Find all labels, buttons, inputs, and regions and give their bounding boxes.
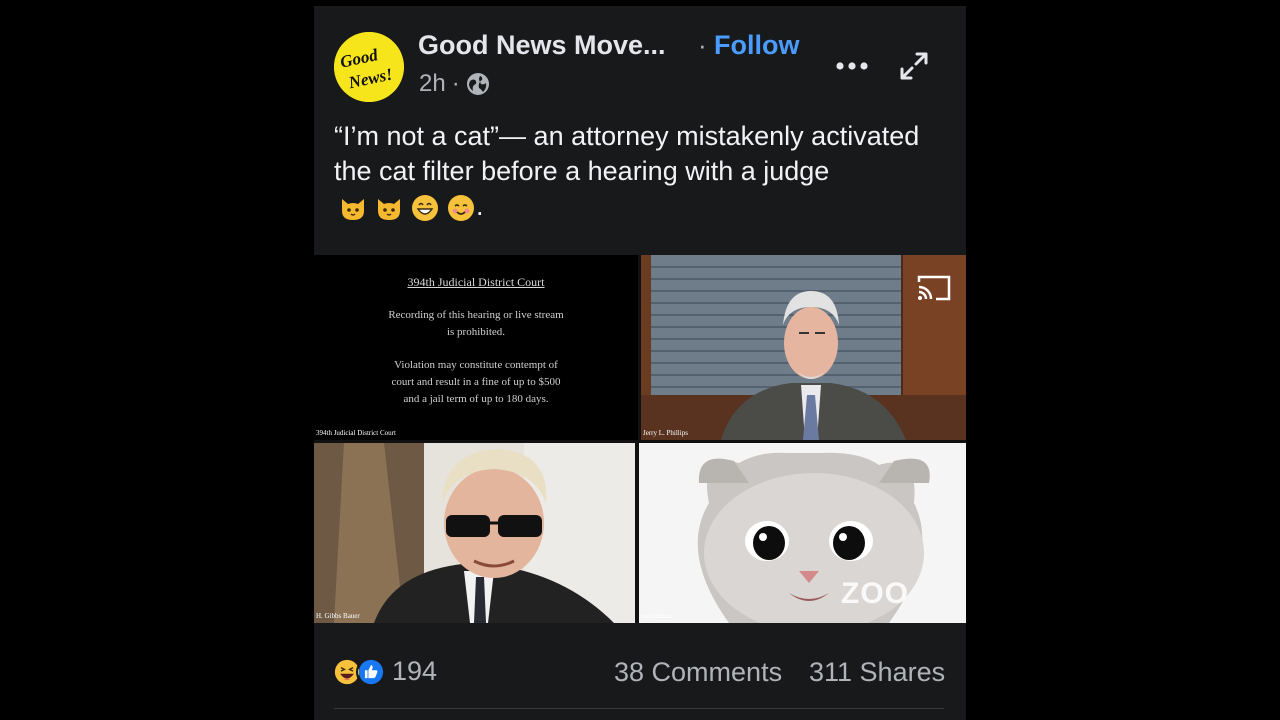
- tile-label: rod ponton: [641, 612, 672, 620]
- page-avatar[interactable]: Good News!: [334, 32, 404, 102]
- post-meta: 2h ·: [419, 70, 490, 98]
- page-name-link[interactable]: Good News Move...: [418, 30, 666, 61]
- notice-line: Recording of this hearing or live stream: [388, 309, 564, 321]
- video-player[interactable]: 394th Judicial District Court Recording …: [314, 255, 966, 623]
- dot-separator: ·: [698, 30, 707, 60]
- follow-button[interactable]: Follow: [714, 30, 799, 61]
- caption-period: .: [476, 191, 484, 221]
- expand-icon[interactable]: [898, 50, 930, 82]
- zoom-watermark: ZOO: [841, 577, 909, 610]
- divider: [334, 708, 944, 709]
- grinning-emoji: [412, 194, 438, 221]
- court-title: 394th Judicial District Court: [407, 275, 545, 289]
- caption-text: “I’m not a cat”— an attorney mistakenly …: [334, 121, 920, 186]
- cat-emoji: [378, 198, 400, 220]
- attorney-tile: H. Gibbs Bauer: [314, 443, 635, 623]
- post-stats: 194 38 Comments 311 Shares: [314, 646, 966, 696]
- notice-line: court and result in a fine of up to $500: [391, 376, 561, 388]
- facebook-post: Good News! Good News Move... · Follow 2h…: [314, 6, 966, 720]
- cast-icon[interactable]: [916, 273, 952, 303]
- notice-line: Violation may constitute contempt of: [394, 359, 558, 371]
- reactions-summary[interactable]: 194: [332, 656, 437, 687]
- smiling-emoji: [448, 194, 474, 221]
- post-time[interactable]: 2h: [419, 70, 446, 98]
- meta-separator: ·: [451, 70, 460, 97]
- notice-line: is prohibited.: [446, 326, 506, 338]
- post-caption: “I’m not a cat”— an attorney mistakenly …: [334, 119, 946, 224]
- notice-line: and a jail term of up to 180 days.: [403, 393, 549, 405]
- tile-label: Jerry L. Phillips: [643, 429, 688, 437]
- tile-label: H. Gibbs Bauer: [316, 612, 360, 620]
- attorney-video-frame: [314, 443, 635, 623]
- kitten-filter-frame: [639, 443, 966, 623]
- comments-count[interactable]: 38 Comments: [614, 657, 782, 688]
- caption-emojis: [338, 193, 476, 223]
- tile-label: 394th Judicial District Court: [316, 429, 396, 437]
- judge-tile: Jerry L. Phillips: [641, 255, 966, 440]
- good-news-logo: Good News!: [334, 32, 404, 102]
- cat-emoji: [342, 198, 364, 220]
- cat-filter-tile: ZOO rod ponton: [639, 443, 966, 623]
- reaction-count: 194: [392, 656, 438, 686]
- court-notice-tile: 394th Judicial District Court Recording …: [314, 255, 638, 440]
- like-reaction-icon: [356, 656, 386, 687]
- globe-icon: [466, 73, 489, 95]
- shares-count[interactable]: 311 Shares: [809, 657, 945, 688]
- post-header: Good News! Good News Move... · Follow 2h…: [314, 6, 966, 114]
- more-options-icon[interactable]: [832, 52, 872, 80]
